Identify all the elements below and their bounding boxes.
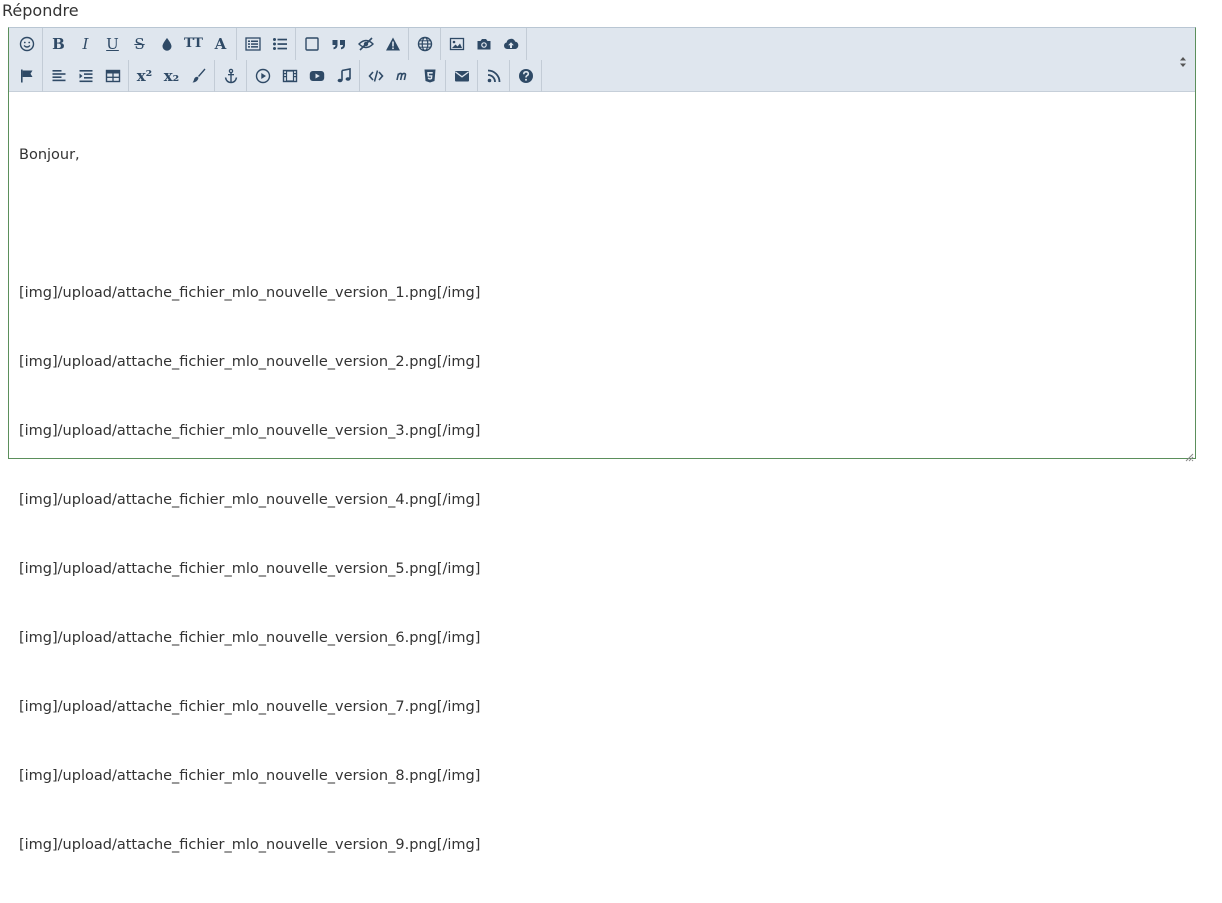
toolbar-row-2: x² x₂	[9, 60, 542, 92]
toolbar-collapse-toggle-icon[interactable]	[1177, 54, 1189, 68]
rss-icon[interactable]	[480, 62, 507, 90]
toolbar-group-script: x² x₂	[129, 60, 215, 92]
font-size-icon[interactable]: TT	[180, 30, 207, 58]
smiley-icon[interactable]	[13, 30, 40, 58]
toolbar-group-flag	[9, 60, 43, 92]
warning-icon[interactable]	[379, 30, 406, 58]
font-glyph: A	[214, 35, 227, 53]
italic-glyph: I	[82, 35, 89, 53]
indent-icon[interactable]	[72, 62, 99, 90]
editor-line: [img]/upload/attache_fichier_mlo_nouvell…	[19, 492, 481, 508]
toolbar-group-rss	[478, 60, 510, 92]
toolbar-group-mail	[446, 60, 478, 92]
editor-line: [img]/upload/attache_fichier_mlo_nouvell…	[19, 630, 481, 646]
mail-icon[interactable]	[448, 62, 475, 90]
ordered-list-icon[interactable]	[239, 30, 266, 58]
code-icon[interactable]	[362, 62, 389, 90]
spoiler-icon[interactable]	[352, 30, 379, 58]
toolbar-group-help	[510, 60, 542, 92]
globe-icon[interactable]	[411, 30, 438, 58]
toolbar-group-format: B I U S TT A	[43, 28, 237, 60]
editor-line: [img]/upload/attache_fichier_mlo_nouvell…	[19, 423, 481, 439]
html5-icon[interactable]	[416, 62, 443, 90]
subscript-glyph: x₂	[163, 67, 180, 85]
resize-handle-icon[interactable]	[1184, 447, 1194, 462]
unordered-list-icon[interactable]	[266, 30, 293, 58]
table-icon[interactable]	[99, 62, 126, 90]
strike-glyph: S	[134, 35, 145, 53]
upload-icon[interactable]	[497, 30, 524, 58]
quote-icon[interactable]	[325, 30, 352, 58]
bold-glyph: B	[52, 35, 65, 53]
superscript-icon[interactable]: x²	[131, 62, 158, 90]
play-icon[interactable]	[249, 62, 276, 90]
toolbar-group-blocks	[296, 28, 409, 60]
editor-line: [img]/upload/attache_fichier_mlo_nouvell…	[19, 561, 481, 577]
align-left-icon[interactable]	[45, 62, 72, 90]
editor-line: Bonjour,	[19, 147, 80, 163]
subscript-icon[interactable]: x₂	[158, 62, 185, 90]
toolbar-group-video	[247, 60, 360, 92]
strikethrough-icon[interactable]: S	[126, 30, 153, 58]
editor-line: [img]/upload/attache_fichier_mlo_nouvell…	[19, 768, 481, 784]
editor-line: [img]/upload/attache_fichier_mlo_nouvell…	[19, 354, 481, 370]
editor-toolbar: B I U S TT A x² x₂	[9, 28, 1195, 92]
editor-line: [img]/upload/attache_fichier_mlo_nouvell…	[19, 837, 481, 853]
camera-icon[interactable]	[470, 30, 497, 58]
toolbar-group-layout	[43, 60, 129, 92]
underline-glyph: U	[106, 35, 119, 53]
toolbar-group-web	[409, 28, 441, 60]
superscript-glyph: x²	[136, 67, 153, 85]
flag-icon[interactable]	[13, 62, 40, 90]
box-icon[interactable]	[298, 30, 325, 58]
italic-icon[interactable]: I	[72, 30, 99, 58]
image-icon[interactable]	[443, 30, 470, 58]
editor-line: [img]/upload/attache_fichier_mlo_nouvell…	[19, 285, 481, 301]
math-icon[interactable]	[389, 62, 416, 90]
help-icon[interactable]	[512, 62, 539, 90]
toolbar-row-1: B I U S TT A	[9, 28, 527, 60]
anchor-icon[interactable]	[217, 62, 244, 90]
music-icon[interactable]	[330, 62, 357, 90]
toolbar-group-emoji	[9, 28, 43, 60]
editor-line: [img]/upload/attache_fichier_mlo_nouvell…	[19, 699, 481, 715]
color-drop-icon[interactable]	[153, 30, 180, 58]
toolbar-group-code	[360, 60, 446, 92]
editor-textarea[interactable]: Bonjour, [img]/upload/attache_fichier_ml…	[19, 98, 1185, 903]
toolbar-group-lists	[237, 28, 296, 60]
font-size-glyph: TT	[184, 36, 203, 51]
brush-icon[interactable]	[185, 62, 212, 90]
bold-icon[interactable]: B	[45, 30, 72, 58]
toolbar-group-media	[441, 28, 527, 60]
film-icon[interactable]	[276, 62, 303, 90]
font-icon[interactable]: A	[207, 30, 234, 58]
youtube-icon[interactable]	[303, 62, 330, 90]
underline-icon[interactable]: U	[99, 30, 126, 58]
reply-heading: Répondre	[2, 1, 79, 20]
reply-editor[interactable]: B I U S TT A x² x₂ Bonjour, [img]/upload…	[8, 27, 1196, 853]
toolbar-group-anchor	[215, 60, 247, 92]
